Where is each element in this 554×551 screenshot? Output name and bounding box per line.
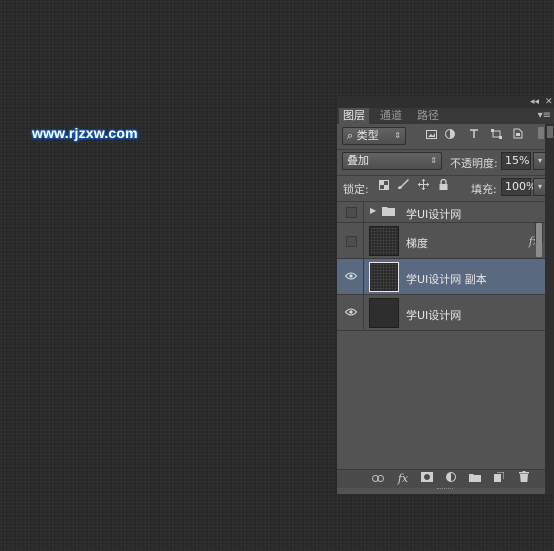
divider (363, 295, 364, 330)
tab-layers[interactable]: 图层 (339, 108, 369, 124)
layer-row[interactable]: 梯度 fx (337, 223, 545, 259)
layer-thumbnail (369, 226, 399, 256)
search-icon: ⌕ (347, 129, 354, 142)
chevron-updown-icon: ⇕ (394, 131, 401, 140)
lock-row: 锁定: 填充: 100% ▾ (337, 178, 554, 198)
filter-row: ⌕ 类型 ⇕ (337, 127, 554, 147)
adjustment-filter-icon[interactable] (442, 127, 458, 145)
new-group-icon[interactable] (467, 471, 483, 487)
lock-position-icon[interactable] (415, 178, 431, 196)
blend-row: 叠加 ⇕ 不透明度: 15% ▾ (337, 152, 554, 172)
lock-transparent-pixels-icon[interactable] (376, 178, 392, 196)
link-layers-icon[interactable] (370, 471, 386, 487)
close-panel-button[interactable]: ✕ (545, 96, 553, 108)
divider (363, 223, 364, 258)
add-style-icon[interactable]: fx (395, 471, 411, 487)
resize-grip[interactable] (437, 488, 453, 492)
layer-name: 学UI设计网 副本 (406, 273, 487, 286)
folder-icon (382, 206, 395, 219)
lock-label: 锁定: (343, 183, 369, 196)
dock-handle[interactable] (547, 126, 553, 138)
text-filter-icon[interactable] (466, 127, 482, 145)
blend-mode-value: 叠加 (347, 154, 369, 167)
chevron-updown-icon: ⇕ (430, 156, 437, 165)
watermark-text: www.rjzxw.com (32, 125, 138, 141)
eye-icon[interactable] (344, 270, 358, 284)
panel-bottom-bar: fx (337, 469, 545, 488)
fill-label: 填充: (471, 183, 497, 196)
layer-thumbnail (369, 298, 399, 328)
panel-tabs: 图层 通道 路径 ▾≡ (337, 108, 554, 124)
visibility-toggle[interactable] (346, 236, 357, 247)
shape-filter-icon[interactable] (488, 127, 504, 145)
add-mask-icon[interactable] (419, 471, 435, 487)
adjustment-layer-icon[interactable] (443, 471, 459, 487)
layer-name: 学UI设计网 (406, 208, 462, 221)
layers-list: ▶ 学UI设计网 梯度 fx 学UI设计网 副本 学UI设计网 (337, 202, 545, 469)
divider (337, 149, 554, 150)
layers-panel: ◂◂ ✕ 图层 通道 路径 ▾≡ ⌕ 类型 ⇕ 叠加 ⇕ 不透明度: 15% ▾… (336, 96, 554, 494)
lock-all-icon[interactable] (435, 178, 451, 196)
filter-kind-dropdown[interactable]: ⌕ 类型 ⇕ (342, 127, 406, 145)
panel-dock-strip (545, 124, 554, 494)
expand-arrow-icon[interactable]: ▶ (370, 206, 376, 215)
collapse-panel-button[interactable]: ◂◂ (530, 96, 539, 108)
layer-row[interactable]: 学UI设计网 (337, 295, 545, 331)
filter-kind-label: 类型 (356, 129, 379, 142)
blend-mode-dropdown[interactable]: 叠加 ⇕ (342, 152, 442, 170)
layer-row-group[interactable]: ▶ 学UI设计网 (337, 202, 545, 223)
smart-object-filter-icon[interactable] (510, 127, 526, 145)
new-layer-icon[interactable] (491, 471, 507, 487)
tab-channels[interactable]: 通道 (376, 108, 406, 124)
delete-layer-icon[interactable] (516, 471, 532, 487)
panel-title-bar: ◂◂ ✕ (337, 96, 554, 108)
layer-name: 梯度 (406, 237, 428, 250)
scrollbar-thumb[interactable] (536, 223, 542, 257)
opacity-input[interactable]: 15% (501, 152, 531, 170)
tab-paths[interactable]: 路径 (413, 108, 443, 124)
lock-image-pixels-icon[interactable] (395, 178, 411, 196)
layer-thumbnail (369, 262, 399, 292)
image-filter-icon[interactable] (423, 127, 439, 145)
fill-input[interactable]: 100% (501, 178, 536, 196)
divider (363, 259, 364, 294)
opacity-label: 不透明度: (450, 157, 498, 170)
layer-row-selected[interactable]: 学UI设计网 副本 (337, 259, 545, 295)
panel-menu-icon[interactable]: ▾≡ (538, 108, 551, 124)
divider (363, 202, 364, 222)
visibility-toggle[interactable] (346, 207, 357, 218)
layer-name: 学UI设计网 (406, 309, 462, 322)
eye-icon[interactable] (344, 306, 358, 320)
divider (337, 175, 554, 176)
filter-toggle-icon[interactable] (537, 127, 545, 145)
